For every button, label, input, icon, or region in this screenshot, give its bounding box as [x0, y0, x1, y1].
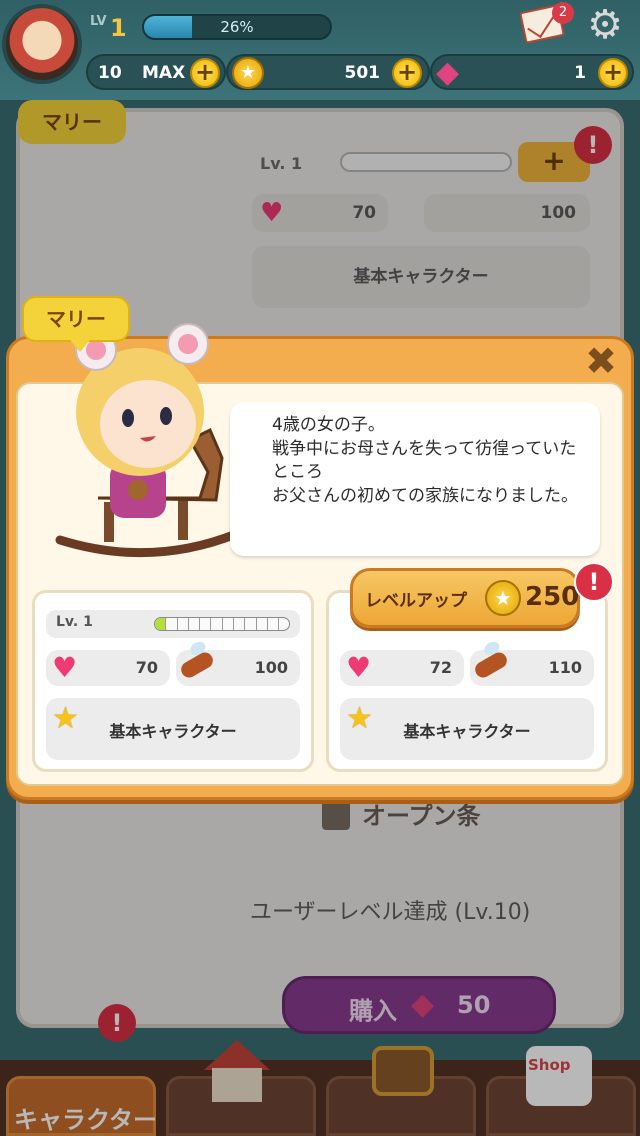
- level-bar-segment: [245, 618, 257, 630]
- current-feed-pill: 100: [176, 649, 300, 686]
- coin-value: 501: [344, 63, 381, 83]
- heart-icon: ♥: [52, 651, 78, 684]
- level-bar-segment: [155, 618, 167, 630]
- level-bar-segment: [200, 618, 212, 630]
- next-type-label: 基本キャラクター: [403, 722, 531, 741]
- current-feed-value: 100: [254, 658, 288, 677]
- character-illustration: [55, 323, 241, 558]
- feed-icon: [178, 649, 216, 681]
- level-bar-segment: [189, 618, 201, 630]
- gear-icon[interactable]: ⚙: [584, 4, 626, 46]
- current-hearts-value: 70: [135, 658, 158, 677]
- xp-percent: 26%: [220, 18, 254, 36]
- close-icon[interactable]: ✖: [582, 342, 620, 380]
- level-bar-segment: [166, 618, 178, 630]
- xp-bar: 26%: [142, 14, 332, 40]
- level-bar-segment: [155, 630, 166, 631]
- coin-counter: ★ 501 +: [226, 54, 430, 90]
- current-level-label: Lv. 1: [56, 614, 93, 630]
- next-hearts-value: 72: [429, 658, 452, 677]
- level-up-label: レベルアップ: [365, 591, 467, 611]
- feed-icon: [472, 649, 510, 681]
- level-bar-segment: [211, 618, 223, 630]
- star-coin-icon: ★: [485, 580, 521, 616]
- next-type-pill: ★ 基本キャラクター: [340, 698, 594, 760]
- star-coin-icon: ★: [232, 57, 264, 89]
- next-feed-value: 110: [548, 658, 582, 677]
- gem-counter: ◆ 1 +: [430, 54, 634, 90]
- character-name-tag: マリー: [22, 296, 130, 352]
- next-hearts-pill: ♥ 72: [340, 650, 464, 686]
- level-up-button[interactable]: レベルアップ ★ 250: [350, 568, 580, 628]
- add-coins-button[interactable]: +: [392, 58, 422, 88]
- current-level-row: Lv. 1: [46, 610, 300, 638]
- add-stamina-button[interactable]: +: [190, 58, 220, 88]
- stamina-counter: 10 MAX +: [86, 54, 226, 90]
- current-type-pill: ★ 基本キャラクター: [46, 698, 300, 760]
- user-avatar[interactable]: [2, 4, 82, 84]
- level-bar-segment: [257, 618, 268, 630]
- character-description: 4歳の女の子。 戦争中にお母さんを失って彷徨っていたところ お父さんの初めての家…: [272, 415, 578, 506]
- current-hearts-pill: ♥ 70: [46, 650, 170, 686]
- level-bar-segment: [268, 618, 280, 630]
- level-bar-segment: [223, 618, 235, 630]
- stamina-max-label: MAX: [142, 63, 186, 83]
- next-feed-pill: 110: [470, 649, 594, 686]
- alert-icon: !: [574, 562, 614, 602]
- heart-icon: ♥: [346, 651, 372, 684]
- add-gems-button[interactable]: +: [598, 58, 628, 88]
- level-tag: LV: [90, 14, 107, 29]
- gem-value: 1: [574, 63, 586, 83]
- user-level: 1: [110, 14, 127, 42]
- stamina-value: 10: [98, 63, 122, 83]
- current-type-label: 基本キャラクター: [109, 722, 237, 741]
- current-level-bar: [154, 617, 290, 631]
- level-bar-segment: [178, 618, 189, 630]
- level-bar-segment: [234, 618, 246, 630]
- level-up-cost: 250: [525, 582, 580, 612]
- gem-icon: ◆: [436, 55, 460, 90]
- mail-badge: 2: [552, 2, 574, 24]
